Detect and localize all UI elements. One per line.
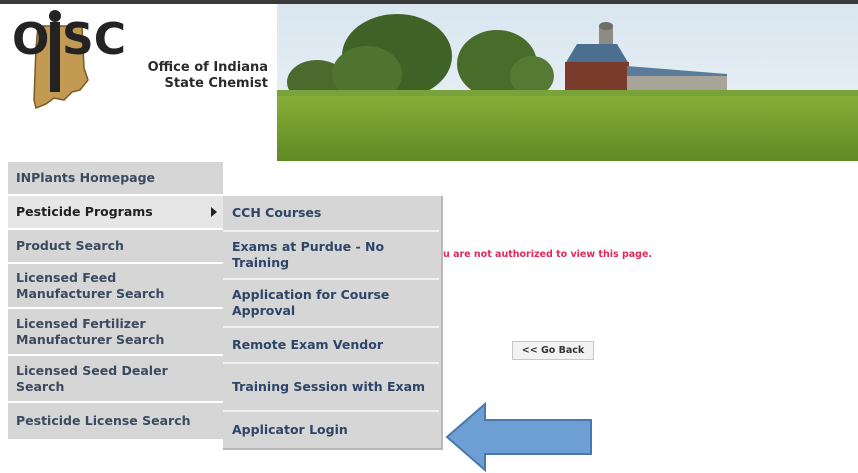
submenu-item-application-course-approval[interactable]: Application for Course Approval — [223, 280, 439, 328]
nav-item-label: Licensed Seed Dealer Search — [16, 362, 168, 394]
submenu-item-label: Remote Exam Vendor — [232, 337, 384, 352]
nav-item-product-search[interactable]: Product Search — [8, 230, 223, 264]
pesticide-programs-submenu: CCH Courses Exams at Purdue - No Trainin… — [223, 196, 443, 450]
nav-item-label: Pesticide Programs — [16, 204, 153, 219]
submenu-item-label: CCH Courses — [232, 205, 322, 220]
nav-item-label: INPlants Homepage — [16, 170, 156, 185]
submenu-item-label: Training Session with Exam — [232, 379, 426, 394]
submenu-item-remote-exam-vendor[interactable]: Remote Exam Vendor — [223, 328, 439, 364]
submenu-arrow-icon — [211, 207, 217, 217]
svg-text:O: O — [12, 14, 49, 65]
nav-item-pesticide-programs[interactable]: Pesticide Programs — [8, 196, 223, 230]
nav-item-label: Licensed Feed Manufacturer Search — [16, 269, 165, 301]
logo-line2: State Chemist — [164, 76, 268, 91]
not-authorized-message: u are not authorized to view this page. — [443, 249, 653, 260]
submenu-item-applicator-login[interactable]: Applicator Login — [223, 412, 439, 448]
svg-text:SC: SC — [62, 14, 126, 65]
nav-item-label: Product Search — [16, 238, 124, 253]
left-nav-menu: INPlants Homepage Pesticide Programs Pro… — [8, 162, 223, 441]
submenu-item-training-session-exam[interactable]: Training Session with Exam — [223, 364, 439, 412]
submenu-item-label: Exams at Purdue - No Training — [232, 239, 385, 270]
blue-arrow-left — [445, 402, 592, 472]
nav-item-licensed-seed-dealer[interactable]: Licensed Seed Dealer Search — [8, 356, 223, 403]
logo-line1: Office of Indiana — [147, 60, 268, 75]
submenu-item-exams-at-purdue[interactable]: Exams at Purdue - No Training — [223, 232, 439, 280]
submenu-item-cch-courses[interactable]: CCH Courses — [223, 196, 439, 232]
nav-item-inplants-homepage[interactable]: INPlants Homepage — [8, 162, 223, 196]
nav-item-licensed-fertilizer[interactable]: Licensed Fertilizer Manufacturer Search — [8, 309, 223, 356]
submenu-item-label: Applicator Login — [232, 422, 348, 437]
farm-landscape-image — [277, 4, 858, 161]
nav-item-label: Pesticide License Search — [16, 413, 191, 428]
header-banner — [277, 4, 858, 161]
logo-caption: Office of Indiana State Chemist — [128, 60, 268, 92]
nav-item-licensed-feed[interactable]: Licensed Feed Manufacturer Search — [8, 264, 223, 309]
go-back-button[interactable]: << Go Back — [512, 341, 594, 360]
nav-item-label: Licensed Fertilizer Manufacturer Search — [16, 315, 165, 347]
nav-item-pesticide-license-search[interactable]: Pesticide License Search — [8, 403, 223, 441]
submenu-item-label: Application for Course Approval — [232, 287, 390, 318]
oisc-logo[interactable]: O SC Office of Indiana State Chemist — [10, 8, 268, 118]
